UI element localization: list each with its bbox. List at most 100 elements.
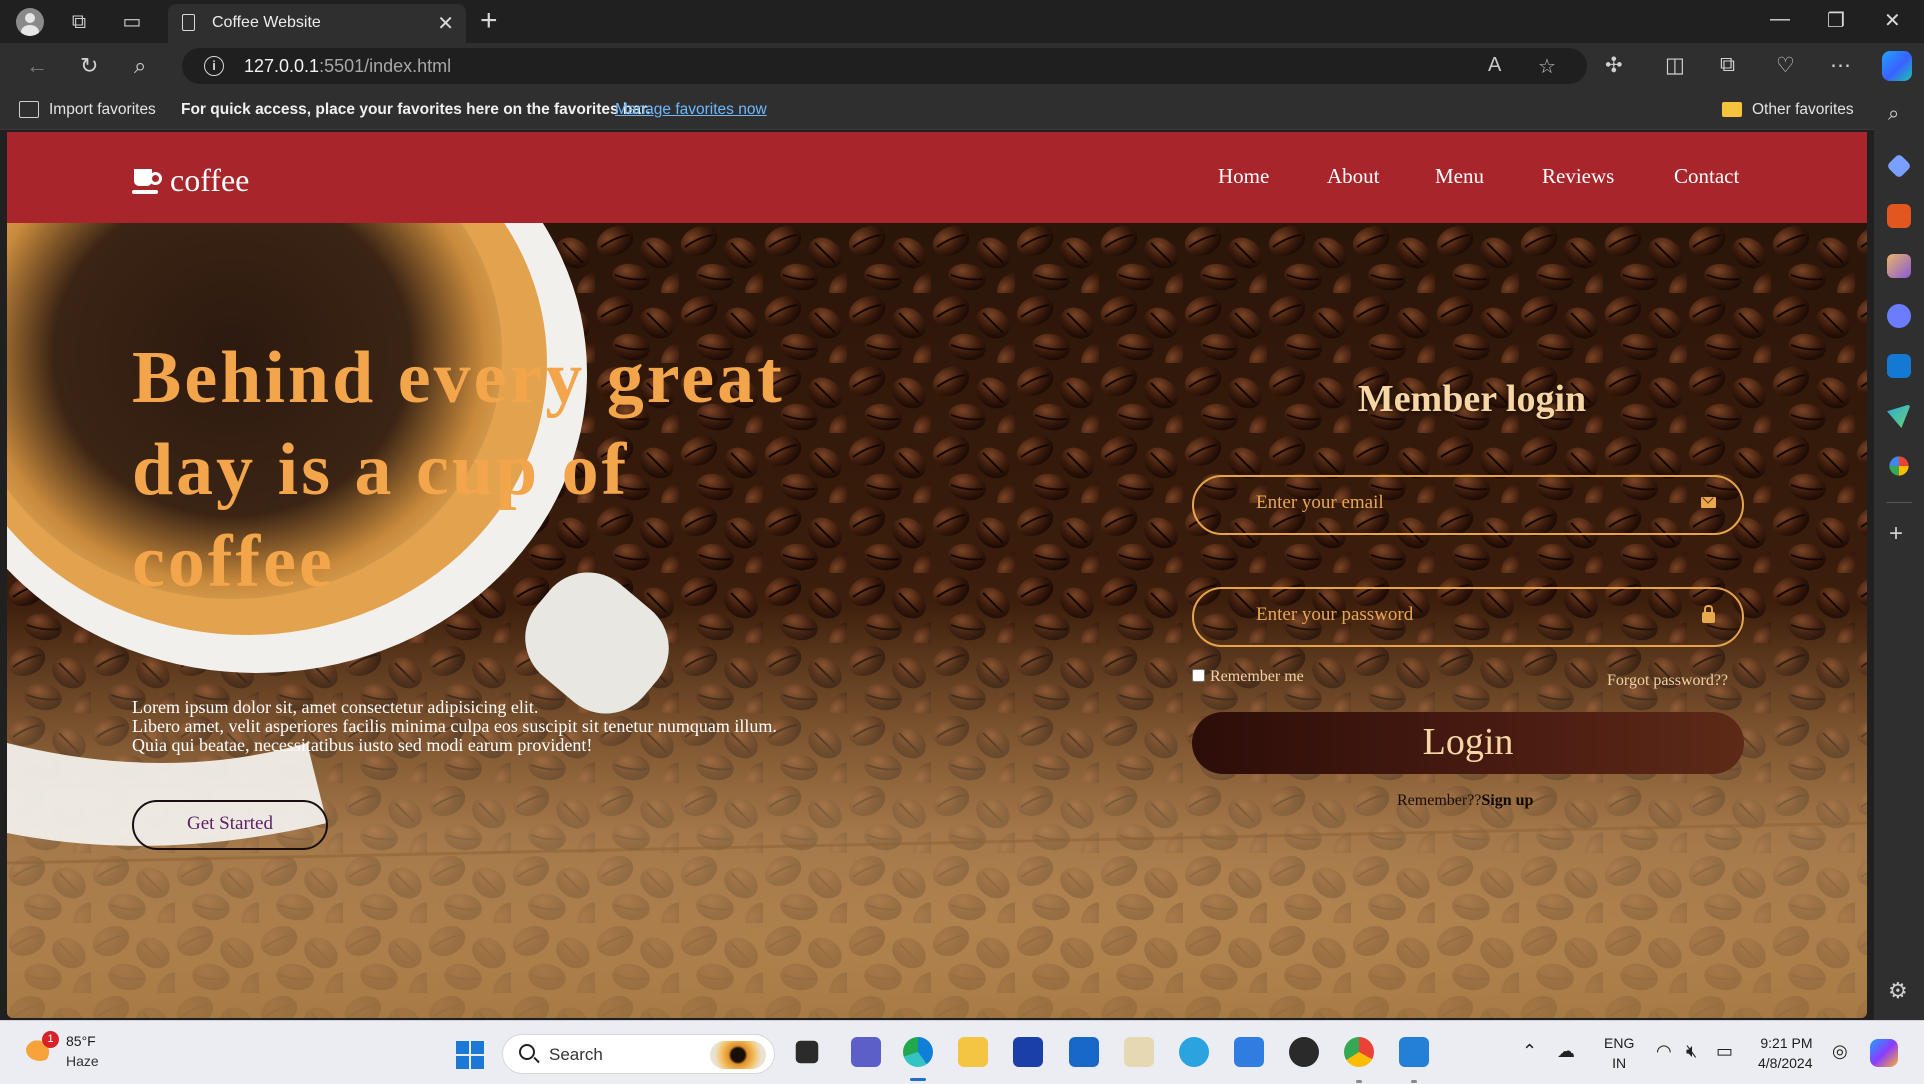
forgot-password-link[interactable]: Forgot password?? [1607,672,1728,690]
read-aloud-icon[interactable]: A [1488,54,1501,77]
profile-avatar-icon[interactable] [16,8,44,36]
teams-icon[interactable] [851,1037,881,1067]
volume-muted-icon[interactable]: 🔇︎ [1686,1041,1697,1062]
copilot-taskbar-icon[interactable] [1870,1039,1898,1067]
wordpress-icon[interactable] [1289,1037,1319,1067]
extensions-icon[interactable]: ✣ [1605,53,1623,78]
nav-about[interactable]: About [1327,164,1380,189]
todo-icon[interactable] [1234,1037,1264,1067]
vscode-icon[interactable] [1399,1037,1429,1067]
tools-briefcase-icon[interactable] [1887,204,1911,228]
tab-title: Coffee Website [212,14,321,31]
site-logo[interactable]: coffee [132,162,250,199]
restore-icon[interactable]: ❐ [1827,8,1845,33]
games-icon[interactable] [1887,254,1911,278]
minimize-icon[interactable]: — [1770,8,1790,31]
outlook-icon[interactable] [1887,354,1911,378]
sidebar-search-icon[interactable]: ⌕ [1888,103,1899,126]
file-explorer-icon[interactable] [958,1037,988,1067]
url-text[interactable]: 127.0.0.1:5501/index.html [244,56,451,77]
signup-link[interactable]: Sign up [1481,792,1533,809]
refresh-icon[interactable]: ↻ [80,53,98,79]
sidebar-divider [1886,502,1912,503]
nav-contact[interactable]: Contact [1674,164,1739,189]
collections-toolbar-icon[interactable]: ⧉ [1720,53,1735,77]
input-language[interactable]: ENG IN [1604,1033,1634,1073]
weather-badge: 1 [42,1031,59,1048]
import-favorites-link[interactable]: Import favorites [49,101,156,119]
site-header: coffee Home About Menu Reviews Contact [7,132,1867,223]
show-hidden-icons-chevron-icon[interactable]: ⌃ [1522,1041,1537,1062]
hero-description: Lorem ipsum dolor sit, amet consectetur … [132,698,932,755]
member-login-title: Member login [1357,378,1587,420]
remember-me[interactable]: Remember me [1192,668,1304,686]
lang-line-1: ENG [1604,1035,1635,1051]
search-highlight-icon [710,1041,766,1069]
browser-tab-bar: ⧉ ▭ Coffee Website ✕ + — ❐ ✕ [0,0,1924,43]
tab-close-icon[interactable]: ✕ [437,11,454,36]
browser-essentials-icon[interactable]: ♡ [1776,53,1795,78]
system-clock[interactable]: 9:21 PM 4/8/2024 [1758,1033,1813,1073]
manage-favorites-link[interactable]: Manage favorites now [615,101,767,119]
google-icon[interactable] [1889,456,1909,476]
learning-app-icon[interactable] [1013,1037,1043,1067]
weather-condition[interactable]: Haze [66,1053,99,1069]
windows-start-icon[interactable] [456,1041,484,1069]
address-bar[interactable]: i 127.0.0.1:5501/index.html A ☆ [182,48,1587,84]
password-field[interactable]: Enter your password [1192,587,1744,647]
signup-line: Remember??Sign up [1397,792,1533,810]
back-icon[interactable]: ← [26,53,48,79]
site-info-icon[interactable]: i [204,56,224,76]
email-field[interactable]: Enter your email [1192,475,1744,535]
lang-line-2: IN [1612,1055,1627,1071]
envelope-icon [1701,497,1716,508]
new-tab-icon[interactable]: + [480,4,498,38]
shopping-tag-icon[interactable] [1886,153,1912,179]
other-favorites-link[interactable]: Other favorites [1752,101,1854,119]
login-button[interactable]: Login [1192,712,1744,774]
address-toolbar: ← ↻ ⌕ i 127.0.0.1:5501/index.html A ☆ ✣ … [0,43,1924,90]
get-started-button[interactable]: Get Started [132,800,328,850]
split-screen-icon[interactable]: ◫ [1665,53,1685,78]
apna-app-icon[interactable] [1124,1037,1154,1067]
battery-icon[interactable]: ▭ [1716,1041,1733,1062]
copilot-icon[interactable] [1882,51,1912,81]
onedrive-icon[interactable]: ☁ [1557,1041,1575,1062]
sidebar-settings-gear-icon[interactable]: ⚙ [1888,978,1908,1004]
hero-headline: Behind every great day is a cup of coffe… [132,332,892,608]
nav-menu[interactable]: Menu [1435,164,1484,189]
search-icon[interactable]: ⌕ [134,53,146,79]
nav-reviews[interactable]: Reviews [1542,164,1614,189]
tab-coffee-website[interactable]: Coffee Website ✕ [168,4,466,43]
telegram-icon[interactable] [1179,1037,1209,1067]
more-options-icon[interactable]: ⋯ [1830,53,1851,78]
vertical-tabs-icon[interactable]: ▭ [119,9,145,35]
password-placeholder: Enter your password [1256,604,1414,625]
close-window-icon[interactable]: ✕ [1884,8,1901,33]
edge-taskbar-icon[interactable] [903,1037,933,1067]
favorite-star-icon[interactable]: ☆ [1538,54,1556,79]
windows-taskbar: 1 85°F Haze Search ⌃ ☁ ENG IN ◠ 🔇︎ ▭ 9:2… [0,1020,1924,1084]
send-icon[interactable] [1887,404,1911,428]
web-page: coffee Home About Menu Reviews Contact B… [7,132,1867,1018]
logo-text: coffee [170,162,250,198]
weather-temperature[interactable]: 85°F [66,1033,96,1049]
nav-home[interactable]: Home [1218,164,1269,189]
url-path: :5501/index.html [319,56,452,76]
headline-line-3: coffee [132,521,335,603]
import-favorites-icon[interactable] [19,101,39,118]
microsoft-365-icon[interactable] [1887,304,1911,328]
favorites-bar: Import favorites For quick access, place… [0,90,1924,130]
wifi-icon[interactable]: ◠ [1656,1041,1672,1062]
chrome-icon[interactable] [1344,1037,1374,1067]
collections-icon[interactable]: ⧉ [66,9,92,35]
task-view-icon[interactable] [795,1040,819,1064]
coffee-cup-icon [132,169,162,194]
microsoft-store-icon[interactable] [1069,1037,1099,1067]
remember-me-checkbox[interactable] [1192,669,1205,682]
add-sidebar-app-icon[interactable]: + [1889,520,1903,548]
description-line-1: Lorem ipsum dolor sit, amet consectetur … [132,697,539,717]
taskbar-search-label: Search [549,1045,603,1064]
taskbar-search-box[interactable]: Search [502,1034,775,1074]
notifications-icon[interactable]: ◎ [1832,1041,1848,1062]
